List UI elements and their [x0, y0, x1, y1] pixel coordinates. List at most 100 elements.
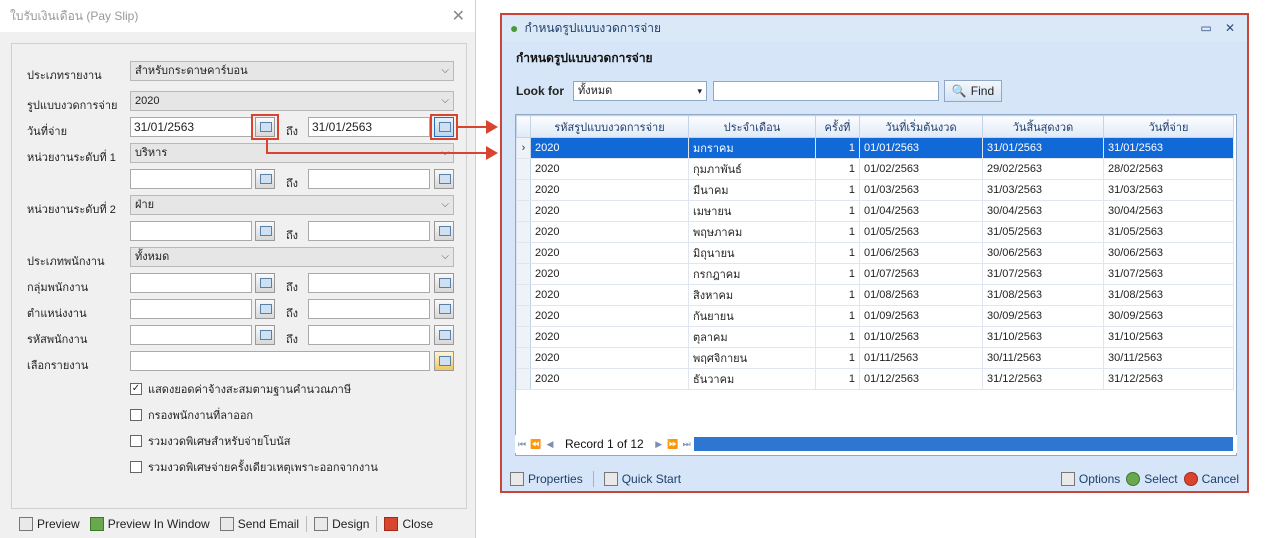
- horizontal-scrollbar[interactable]: [693, 437, 1233, 451]
- table-cell: 01/09/2563: [859, 305, 983, 327]
- check-icon: [1126, 472, 1141, 486]
- checkbox-box: [130, 435, 142, 447]
- position-from-lookup-button[interactable]: [255, 299, 275, 319]
- unit-level1-from-input[interactable]: [130, 169, 252, 189]
- preview-label: Preview: [37, 517, 80, 531]
- table-cell: 01/10/2563: [859, 326, 983, 348]
- close-icon[interactable]: ✕: [1221, 21, 1239, 35]
- column-header[interactable]: วันสิ้นสุดงวด: [982, 115, 1104, 138]
- employee-code-to-lookup-button[interactable]: [434, 325, 454, 345]
- cancel-button[interactable]: Cancel: [1183, 472, 1239, 486]
- first-record-icon[interactable]: ⏮: [515, 439, 529, 450]
- column-header[interactable]: วันที่จ่าย: [1103, 115, 1234, 138]
- employee-group-from-input[interactable]: [130, 273, 252, 293]
- employee-type-value: ทั้งหมด: [135, 251, 170, 263]
- grid-header-row: รหัสรูปแบบงวดการจ่าย ประจำเดือน ครั้งที่…: [516, 115, 1234, 138]
- table-cell: 2020: [530, 263, 689, 285]
- table-row[interactable]: 2020 มิถุนายน 1 01/06/2563 30/06/2563 30/06/2…: [516, 242, 1234, 264]
- unit-level2-from-input[interactable]: [130, 221, 252, 241]
- preview-button[interactable]: Preview: [16, 517, 83, 531]
- employee-code-from-input[interactable]: [130, 325, 252, 345]
- table-cell: 31/03/2563: [1103, 179, 1234, 201]
- position-from-input[interactable]: [130, 299, 252, 319]
- pay-slip-titlebar: ใบรับเงินเดือน (Pay Slip) ✕: [0, 0, 475, 32]
- column-header[interactable]: วันที่เริ่มต้นงวด: [859, 115, 983, 138]
- table-row[interactable]: 2020 กันยายน 1 01/09/2563 30/09/2563 30/09/25…: [516, 305, 1234, 327]
- checkbox-include-severance[interactable]: รวมงวดพิเศษจ่ายครั้งเดียวเหตุเพราะออกจาก…: [130, 458, 378, 476]
- pointer-arrow-head: [486, 146, 498, 160]
- select-button[interactable]: Select: [1126, 472, 1178, 486]
- employee-group-to-input[interactable]: [308, 273, 430, 293]
- properties-icon: [510, 472, 524, 486]
- unit-level1-to-lookup-button[interactable]: [434, 169, 454, 189]
- table-row[interactable]: 2020 กุมภาพันธ์ 1 01/02/2563 29/02/2563 28/02…: [516, 158, 1234, 180]
- pay-date-from-lookup-button[interactable]: [255, 117, 275, 137]
- table-cell: 1: [815, 137, 860, 159]
- email-icon: [219, 517, 234, 531]
- unit-level2-select[interactable]: ฝ่าย ⌵: [130, 195, 454, 215]
- find-button[interactable]: 🔍 Find: [944, 80, 1002, 102]
- table-row[interactable]: 2020 สิงหาคม 1 01/08/2563 31/08/2563 31/08/25…: [516, 284, 1234, 306]
- folder-open-icon[interactable]: [434, 351, 454, 371]
- prev-record-icon[interactable]: ◀: [543, 439, 557, 450]
- unit-level2-to-lookup-button[interactable]: [434, 221, 454, 241]
- table-row[interactable]: 2020 พฤศจิกายน 1 01/11/2563 30/11/2563 30/11/…: [516, 347, 1234, 369]
- column-header[interactable]: ประจำเดือน: [688, 115, 816, 138]
- unit-level2-to-input[interactable]: [308, 221, 430, 241]
- preview-in-window-button[interactable]: Preview In Window: [87, 517, 213, 531]
- table-row[interactable]: 2020 ตุลาคม 1 01/10/2563 31/10/2563 31/10/256…: [516, 326, 1234, 348]
- checkbox-accumulated-wage[interactable]: ✓ แสดงยอดค่าจ้างสะสมตามฐานคำนวณภาษี: [130, 380, 351, 398]
- position-to-lookup-button[interactable]: [434, 299, 454, 319]
- next-record-icon[interactable]: ▶: [652, 439, 666, 450]
- report-type-select[interactable]: สำหรับกระดาษคาร์บอน ⌵: [130, 61, 454, 81]
- table-row[interactable]: › 2020 มกราคม 1 01/01/2563 31/01/2563 31/01/25…: [516, 137, 1234, 159]
- unit-level2-from-lookup-button[interactable]: [255, 221, 275, 241]
- close-icon[interactable]: ✕: [452, 6, 465, 26]
- maximize-icon[interactable]: ▭: [1197, 21, 1215, 35]
- position-to-input[interactable]: [308, 299, 430, 319]
- employee-code-to-input[interactable]: [308, 325, 430, 345]
- pay-date-to-lookup-button[interactable]: [434, 117, 454, 137]
- pay-date-to-input[interactable]: 31/01/2563: [308, 117, 430, 137]
- column-header[interactable]: ครั้งที่: [815, 115, 860, 138]
- quick-start-label: Quick Start: [621, 472, 682, 486]
- properties-button[interactable]: Properties: [510, 472, 583, 486]
- employee-group-to-lookup-button[interactable]: [434, 273, 454, 293]
- search-input[interactable]: [713, 81, 939, 101]
- design-button[interactable]: Design: [311, 517, 372, 531]
- table-row[interactable]: 2020 เมษายน 1 01/04/2563 30/04/2563 30/04/256…: [516, 200, 1234, 222]
- table-row[interactable]: 2020 ธันวาคม 1 01/12/2563 31/12/2563 31/12/25…: [516, 368, 1234, 390]
- unit-level1-from-lookup-button[interactable]: [255, 169, 275, 189]
- table-cell: 01/02/2563: [859, 158, 983, 180]
- quick-start-button[interactable]: Quick Start: [603, 472, 682, 486]
- select-report-input[interactable]: [130, 351, 430, 371]
- look-for-select[interactable]: ทั้งหมด ▾: [573, 81, 707, 101]
- column-header[interactable]: รหัสรูปแบบงวดการจ่าย: [530, 115, 689, 138]
- send-email-button[interactable]: Send Email: [217, 517, 302, 531]
- table-cell: 1: [815, 347, 860, 369]
- prev-page-icon[interactable]: ⏪: [529, 439, 543, 450]
- pay-period-grid: รหัสรูปแบบงวดการจ่าย ประจำเดือน ครั้งที่…: [515, 114, 1237, 456]
- pay-date-from-input[interactable]: 31/01/2563: [130, 117, 252, 137]
- table-row[interactable]: 2020 กรกฎาคม 1 01/07/2563 31/07/2563 31/07/25…: [516, 263, 1234, 285]
- label-to: ถึง: [286, 178, 299, 190]
- close-button[interactable]: Close: [381, 517, 436, 531]
- checkbox-include-bonus[interactable]: รวมงวดพิเศษสำหรับจ่ายโบนัส: [130, 432, 291, 450]
- table-cell: 01/04/2563: [859, 200, 983, 222]
- table-row[interactable]: 2020 มีนาคม 1 01/03/2563 31/03/2563 31/03/256…: [516, 179, 1234, 201]
- unit-level1-to-input[interactable]: [308, 169, 430, 189]
- last-record-icon[interactable]: ⏭: [680, 439, 694, 450]
- next-page-icon[interactable]: ⏩: [666, 439, 680, 450]
- table-cell: กรกฎาคม: [688, 263, 816, 285]
- employee-group-from-lookup-button[interactable]: [255, 273, 275, 293]
- pay-period-format-select[interactable]: 2020 ⌵: [130, 91, 454, 111]
- employee-type-select[interactable]: ทั้งหมด ⌵: [130, 247, 454, 267]
- options-button[interactable]: Options: [1060, 472, 1120, 486]
- table-cell: 2020: [530, 368, 689, 390]
- table-cell: 30/06/2563: [1103, 242, 1234, 264]
- table-row[interactable]: 2020 พฤษภาคม 1 01/05/2563 31/05/2563 31/05/25…: [516, 221, 1234, 243]
- pointer-arrow-line: [266, 152, 488, 154]
- table-cell: 31/03/2563: [982, 179, 1104, 201]
- employee-code-from-lookup-button[interactable]: [255, 325, 275, 345]
- checkbox-filter-resigned[interactable]: กรองพนักงานที่ลาออก: [130, 406, 253, 424]
